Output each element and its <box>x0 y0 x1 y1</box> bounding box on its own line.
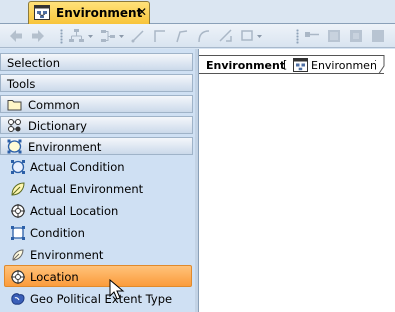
item-label: Actual Environment <box>30 182 144 196</box>
location-icon <box>10 269 26 285</box>
diagram-type-icon <box>293 58 308 72</box>
diagram-frame-header: Environment [ Environment ] <box>199 55 384 74</box>
toolbar-grip[interactable] <box>60 29 63 44</box>
frame-corner <box>376 55 385 74</box>
palette-item-location[interactable]: Location <box>4 265 192 287</box>
fullscreen-icon[interactable] <box>370 28 386 44</box>
section-environment[interactable]: Environment <box>0 137 193 155</box>
layout-options-icon[interactable] <box>240 28 266 44</box>
palette-item-geo-political-extent-type[interactable]: Geo Political Extent Type <box>0 288 193 310</box>
align-icon[interactable] <box>218 28 234 44</box>
section-label: Environment <box>28 140 102 154</box>
section-label: Tools <box>7 77 36 91</box>
editor-tab-bar: Environment ✕ <box>0 0 395 24</box>
forward-arrow-icon[interactable] <box>30 28 46 44</box>
item-label: Location <box>30 270 79 284</box>
close-icon[interactable]: ✕ <box>136 4 148 20</box>
fit-icon[interactable] <box>348 28 364 44</box>
environment-leaf-icon <box>10 247 26 263</box>
tab-environment[interactable]: Environment ✕ <box>28 1 150 24</box>
actual-environment-icon <box>10 181 26 197</box>
palette-item-condition[interactable]: Condition <box>0 222 193 244</box>
connector-icon[interactable] <box>130 28 146 44</box>
section-selection[interactable]: Selection <box>0 53 193 71</box>
frame-open-bracket: [ <box>283 58 288 71</box>
item-label: Condition <box>30 226 85 240</box>
section-common[interactable]: Common <box>0 95 193 113</box>
item-label: Environment <box>30 248 104 262</box>
palette-item-actual-condition[interactable]: Actual Condition <box>0 156 193 178</box>
diagram-canvas[interactable]: Environment [ Environment ] <box>198 49 395 312</box>
section-dictionary[interactable]: Dictionary <box>0 116 193 134</box>
zoom-icon[interactable] <box>326 28 342 44</box>
diagram-type-label: Environment <box>311 59 382 72</box>
diagram-icon <box>34 5 50 20</box>
grid-icon[interactable] <box>304 28 320 44</box>
toolbar-grip-2[interactable] <box>296 29 299 44</box>
hierarchy-layout-icon[interactable] <box>100 28 126 44</box>
palette-item-actual-location[interactable]: Actual Location <box>0 200 193 222</box>
back-arrow-icon[interactable] <box>8 28 24 44</box>
diagram-frame-name: Environment <box>206 59 286 72</box>
dictionary-icon <box>7 118 22 133</box>
diagram-toolbar <box>0 24 395 48</box>
item-label: Geo Political Extent Type <box>30 292 173 306</box>
bezier-path-icon[interactable] <box>196 28 212 44</box>
section-label: Common <box>28 98 80 112</box>
tree-layout-icon[interactable] <box>68 28 94 44</box>
section-label: Selection <box>7 56 60 70</box>
environment-icon <box>7 139 22 154</box>
item-label: Actual Location <box>30 204 119 218</box>
rectilinear-path-icon[interactable] <box>152 28 168 44</box>
palette-item-actual-environment[interactable]: Actual Environment <box>0 178 193 200</box>
item-label: Actual Condition <box>30 160 125 174</box>
mouse-cursor-icon <box>109 279 125 300</box>
palette-item-environment[interactable]: Environment <box>0 244 193 266</box>
element-palette: Selection Tools Common Dictionary Enviro… <box>0 49 195 312</box>
actual-condition-icon <box>10 159 26 175</box>
geo-political-icon <box>10 291 26 307</box>
section-tools[interactable]: Tools <box>0 74 193 92</box>
actual-location-icon <box>10 203 26 219</box>
folder-icon <box>7 97 22 112</box>
oblique-path-icon[interactable] <box>174 28 190 44</box>
section-label: Dictionary <box>28 119 87 133</box>
condition-icon <box>10 225 26 241</box>
tab-title: Environment <box>56 6 143 20</box>
